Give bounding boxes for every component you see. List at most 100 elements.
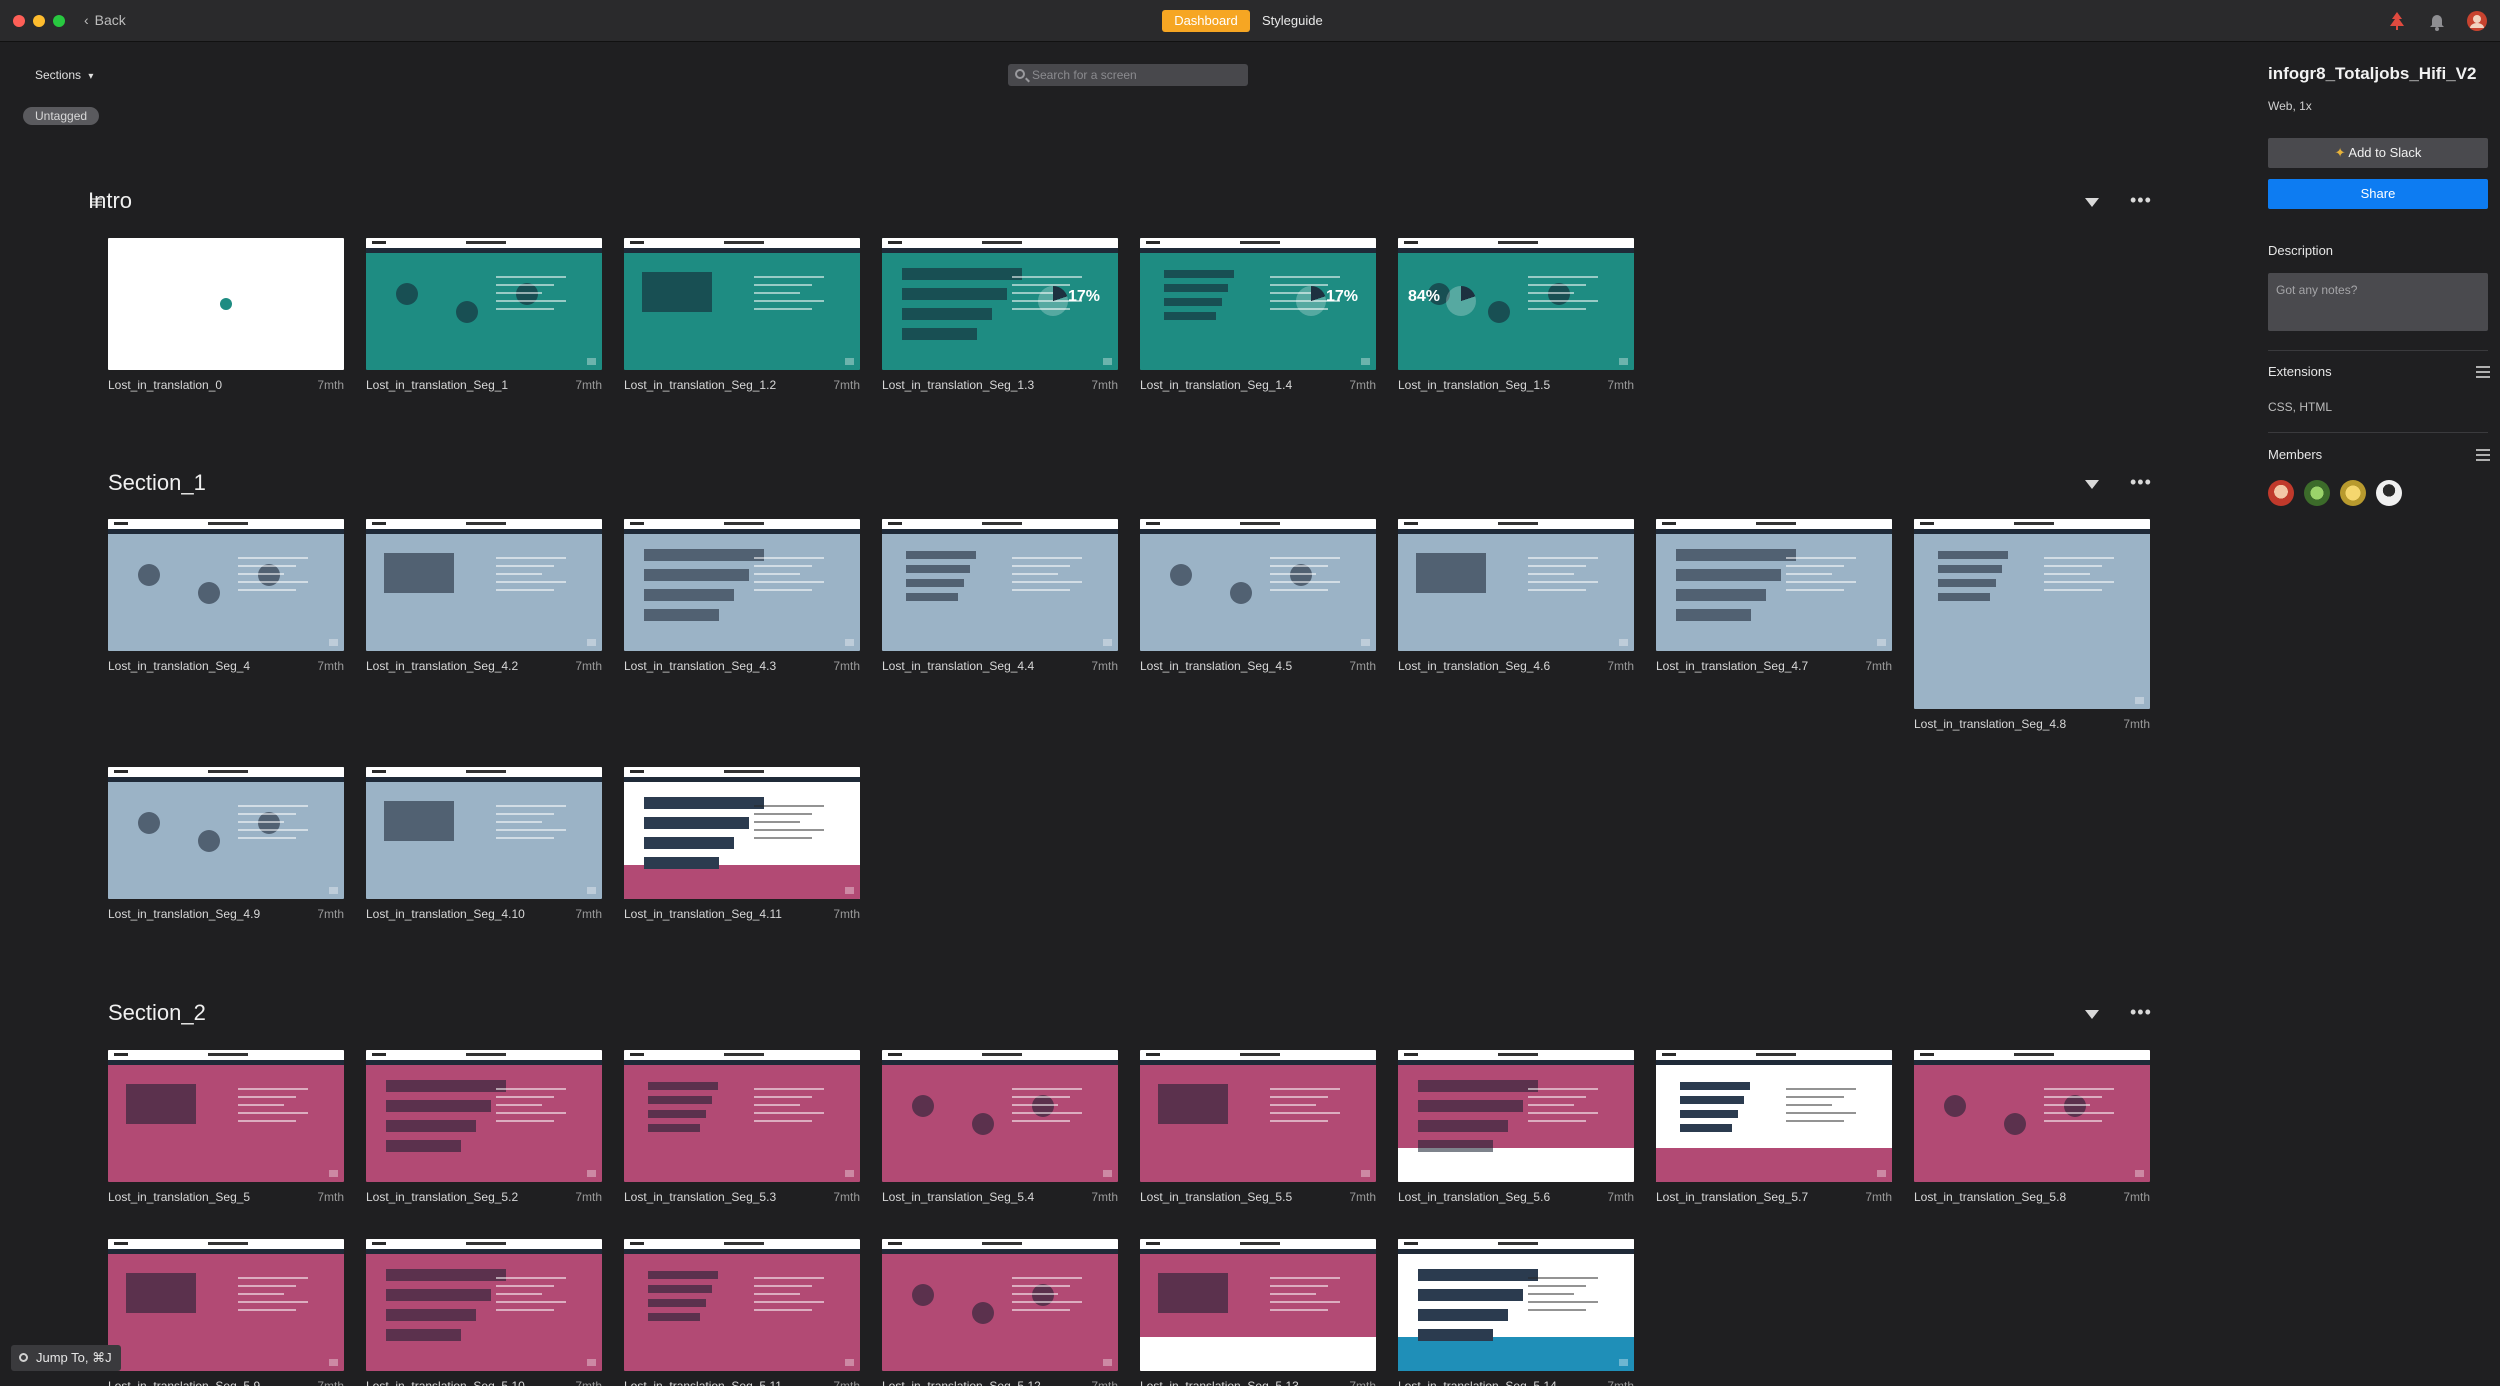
sections-dropdown[interactable]: Sections ▾ — [35, 68, 93, 82]
add-to-slack-button[interactable]: ✦ Add to Slack — [2268, 138, 2488, 168]
screen-card[interactable]: Lost_in_translation_Seg_5.9 7mth — [108, 1239, 344, 1386]
screen-thumbnail[interactable] — [624, 238, 860, 370]
member-avatar[interactable] — [2268, 480, 2294, 506]
screen-thumbnail[interactable] — [1398, 519, 1634, 651]
screen-thumbnail[interactable] — [1914, 1050, 2150, 1182]
screen-card[interactable]: Lost_in_translation_Seg_4.8 7mth — [1914, 519, 2150, 731]
close-window-button[interactable] — [13, 15, 25, 27]
screen-card[interactable]: 84% Lost_in_translation_Seg_1.5 7mth — [1398, 238, 1634, 392]
collapse-caret-icon[interactable] — [2085, 1010, 2099, 1019]
screen-thumbnail[interactable] — [366, 1050, 602, 1182]
screen-thumbnail[interactable] — [624, 1050, 860, 1182]
screen-card[interactable]: Lost_in_translation_Seg_1 7mth — [366, 238, 602, 392]
screen-card[interactable]: Lost_in_translation_Seg_5.12 7mth — [882, 1239, 1118, 1386]
tree-icon[interactable] — [2386, 10, 2408, 32]
bell-icon[interactable] — [2426, 10, 2448, 32]
thumbnail-block — [1938, 551, 2008, 559]
screen-card[interactable]: Lost_in_translation_Seg_5.8 7mth — [1914, 1050, 2150, 1204]
screen-card[interactable]: Lost_in_translation_Seg_4.10 7mth — [366, 767, 602, 921]
screen-thumbnail[interactable] — [1656, 519, 1892, 651]
screen-card[interactable]: Lost_in_translation_Seg_5 7mth — [108, 1050, 344, 1204]
more-icon[interactable]: ••• — [2130, 472, 2152, 493]
screen-card[interactable]: Lost_in_translation_0 7mth — [108, 238, 344, 392]
screen-card[interactable]: Lost_in_translation_Seg_4.11 7mth — [624, 767, 860, 921]
screen-thumbnail[interactable] — [882, 1239, 1118, 1371]
thumbnail-text-line — [238, 1088, 308, 1090]
member-avatar[interactable] — [2376, 480, 2402, 506]
more-icon[interactable]: ••• — [2130, 1002, 2152, 1023]
screen-card[interactable]: Lost_in_translation_Seg_5.11 7mth — [624, 1239, 860, 1386]
screen-thumbnail[interactable] — [882, 519, 1118, 651]
collapse-caret-icon[interactable] — [2085, 480, 2099, 489]
screen-card[interactable]: 17% Lost_in_translation_Seg_1.3 7mth — [882, 238, 1118, 392]
screen-thumbnail[interactable] — [1140, 1050, 1376, 1182]
screen-card[interactable]: Lost_in_translation_Seg_4.3 7mth — [624, 519, 860, 673]
notes-field[interactable]: Got any notes? — [2268, 273, 2488, 331]
extensions-value: CSS, HTML — [2268, 400, 2333, 414]
screen-card[interactable]: Lost_in_translation_Seg_5.3 7mth — [624, 1050, 860, 1204]
screen-thumbnail[interactable] — [1914, 519, 2150, 709]
screen-card[interactable]: Lost_in_translation_Seg_5.7 7mth — [1656, 1050, 1892, 1204]
screen-card[interactable]: Lost_in_translation_Seg_5.13 7mth — [1140, 1239, 1376, 1386]
screen-thumbnail[interactable] — [1140, 1239, 1376, 1371]
screen-card[interactable]: Lost_in_translation_Seg_5.2 7mth — [366, 1050, 602, 1204]
screen-card[interactable]: Lost_in_translation_Seg_4.7 7mth — [1656, 519, 1892, 673]
thumbnail-text-line — [1270, 557, 1340, 559]
screen-card[interactable]: Lost_in_translation_Seg_1.2 7mth — [624, 238, 860, 392]
screen-card[interactable]: Lost_in_translation_Seg_5.14 7mth — [1398, 1239, 1634, 1386]
tab-dashboard[interactable]: Dashboard — [1162, 10, 1250, 32]
tag-filter-untagged[interactable]: Untagged — [23, 107, 100, 125]
share-button[interactable]: Share — [2268, 179, 2488, 209]
thumbnail-header — [366, 767, 602, 777]
screen-thumbnail[interactable] — [1398, 1050, 1634, 1182]
collapse-caret-icon[interactable] — [2085, 198, 2099, 207]
screen-thumbnail[interactable] — [108, 1050, 344, 1182]
screen-thumbnail[interactable] — [366, 767, 602, 899]
screen-card[interactable]: Lost_in_translation_Seg_4.6 7mth — [1398, 519, 1634, 673]
screen-thumbnail[interactable] — [108, 238, 344, 370]
screen-thumbnail[interactable]: 84% — [1398, 238, 1634, 370]
screen-card[interactable]: Lost_in_translation_Seg_4.9 7mth — [108, 767, 344, 921]
user-avatar-icon[interactable] — [2466, 10, 2488, 32]
tab-styleguide[interactable]: Styleguide — [1262, 10, 1323, 32]
screen-thumbnail[interactable] — [108, 1239, 344, 1371]
screen-thumbnail[interactable] — [624, 1239, 860, 1371]
screen-card[interactable]: 17% Lost_in_translation_Seg_1.4 7mth — [1140, 238, 1376, 392]
screen-thumbnail[interactable] — [1398, 1239, 1634, 1371]
screen-thumbnail[interactable] — [1140, 519, 1376, 651]
screen-thumbnail[interactable]: 17% — [1140, 238, 1376, 370]
screen-card[interactable]: Lost_in_translation_Seg_4.5 7mth — [1140, 519, 1376, 673]
screen-thumbnail[interactable]: 17% — [882, 238, 1118, 370]
screen-age: 7mth — [1091, 1379, 1118, 1386]
tune-icon[interactable] — [2476, 366, 2490, 378]
back-button[interactable]: ‹ Back — [84, 12, 126, 28]
screen-thumbnail[interactable] — [882, 1050, 1118, 1182]
tune-icon[interactable] — [2476, 449, 2490, 461]
screen-thumbnail[interactable] — [108, 519, 344, 651]
member-avatar[interactable] — [2340, 480, 2366, 506]
screen-thumbnail[interactable] — [1656, 1050, 1892, 1182]
thumbnail-bar — [644, 609, 719, 621]
screen-card[interactable]: Lost_in_translation_Seg_5.4 7mth — [882, 1050, 1118, 1204]
screen-card[interactable]: Lost_in_translation_Seg_5.6 7mth — [1398, 1050, 1634, 1204]
more-icon[interactable]: ••• — [2130, 190, 2152, 211]
screen-card[interactable]: Lost_in_translation_Seg_4 7mth — [108, 519, 344, 673]
screen-thumbnail[interactable] — [366, 238, 602, 370]
screen-card[interactable]: Lost_in_translation_Seg_4.2 7mth — [366, 519, 602, 673]
minimize-window-button[interactable] — [33, 15, 45, 27]
screen-card[interactable]: Lost_in_translation_Seg_4.4 7mth — [882, 519, 1118, 673]
thumbnail-pie — [1446, 286, 1476, 316]
screen-thumbnail[interactable] — [366, 1239, 602, 1371]
screen-card[interactable]: Lost_in_translation_Seg_5.10 7mth — [366, 1239, 602, 1386]
member-avatar[interactable] — [2304, 480, 2330, 506]
search-input[interactable]: Search for a screen — [1008, 64, 1248, 86]
screen-thumbnail[interactable] — [624, 519, 860, 651]
maximize-window-button[interactable] — [53, 15, 65, 27]
screen-card[interactable]: Lost_in_translation_Seg_5.5 7mth — [1140, 1050, 1376, 1204]
screen-thumbnail[interactable] — [366, 519, 602, 651]
screen-thumbnail[interactable] — [624, 767, 860, 899]
thumbnail-text-line — [1012, 573, 1058, 575]
thumbnail-stat: 17% — [1068, 288, 1101, 305]
screen-thumbnail[interactable] — [108, 767, 344, 899]
jump-to-button[interactable]: Jump To, ⌘J — [11, 1345, 121, 1371]
